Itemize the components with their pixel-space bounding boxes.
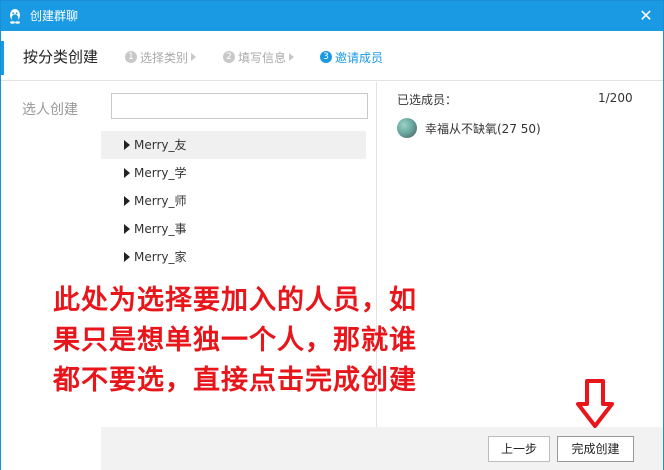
annotation-line: 果只是想单独一个人，那就谁	[53, 325, 417, 356]
group-list: Merry_友 Merry_学 Merry_师 Merry_事 Merry_家	[101, 131, 366, 271]
step-arrow-icon	[191, 53, 197, 61]
qq-penguin-icon	[10, 9, 20, 24]
step-fill-info: 2 填写信息	[223, 49, 295, 65]
triangle-right-icon	[124, 196, 130, 206]
triangle-right-icon	[124, 140, 130, 150]
window-title: 创建群聊	[30, 9, 79, 23]
group-item-friends[interactable]: Merry_友	[101, 131, 366, 159]
step-select-category: 1 选择类别	[125, 49, 197, 65]
annotation-line: 都不要选，直接点击完成创建	[53, 365, 417, 396]
step-label: 填写信息	[238, 50, 287, 65]
previous-step-button[interactable]: 上一步	[488, 436, 550, 462]
step-label: 选择类别	[140, 50, 189, 65]
triangle-right-icon	[124, 168, 130, 178]
step-number-badge: 1	[125, 51, 137, 63]
group-item-teachers[interactable]: Merry_师	[101, 187, 366, 215]
member-name: 幸福从不缺氧(27 50)	[425, 121, 541, 136]
group-item-colleagues[interactable]: Merry_事	[101, 215, 366, 243]
group-item-family[interactable]: Merry_家	[101, 243, 366, 271]
title-bar: 创建群聊 ✕	[1, 1, 663, 31]
instruction-annotation: 此处为选择要加入的人员，如 果只是想单独一个人，那就谁 都不要选，直接点击完成创…	[53, 281, 533, 401]
finish-create-button[interactable]: 完成创建	[557, 436, 634, 462]
close-icon[interactable]: ✕	[635, 5, 657, 27]
annotation-line: 此处为选择要加入的人员，如	[53, 285, 417, 316]
selected-members-title: 已选成员：	[397, 93, 458, 107]
search-input[interactable]	[111, 93, 368, 119]
selected-member-item[interactable]: 幸福从不缺氧(27 50)	[397, 117, 541, 139]
selected-members-count: 1/200	[598, 91, 633, 105]
create-group-window: 创建群聊 ✕ 按分类创建 1 选择类别 2 填写信息 3 邀请成员 选人创建 M…	[0, 0, 664, 470]
left-column	[1, 82, 101, 470]
avatar	[397, 118, 417, 138]
group-label: Merry_事	[134, 222, 187, 236]
down-arrow-icon	[576, 379, 614, 428]
step-number-badge: 2	[223, 51, 235, 63]
triangle-right-icon	[124, 224, 130, 234]
triangle-right-icon	[124, 252, 130, 262]
group-label: Merry_学	[134, 166, 187, 180]
header-accent-bar	[1, 41, 4, 75]
group-label: Merry_师	[134, 194, 187, 208]
stepper-header: 按分类创建 1 选择类别 2 填写信息 3 邀请成员	[1, 31, 663, 81]
page-title: 按分类创建	[23, 48, 99, 66]
step-arrow-icon	[289, 53, 295, 61]
step-invite-members: 3 邀请成员	[320, 49, 383, 65]
select-people-label: 选人创建	[22, 102, 78, 118]
group-label: Merry_家	[134, 250, 187, 264]
group-item-classmates[interactable]: Merry_学	[101, 159, 366, 187]
step-number-badge: 3	[320, 51, 332, 63]
step-label: 邀请成员	[335, 50, 384, 65]
group-label: Merry_友	[134, 138, 187, 152]
